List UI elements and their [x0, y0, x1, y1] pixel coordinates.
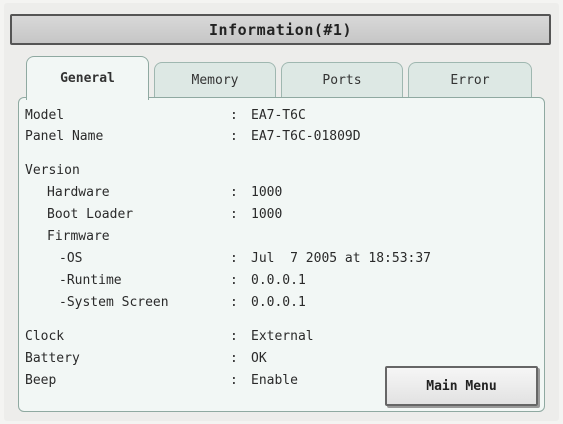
main-menu-button[interactable]: Main Menu — [385, 366, 538, 406]
model-label: Model — [25, 108, 65, 123]
version-heading: Version — [25, 163, 80, 178]
system-screen-value: 0.0.0.1 — [251, 295, 306, 310]
window-title: Information(#1) — [209, 20, 352, 39]
beep-separator: : — [230, 373, 238, 388]
os-separator: : — [230, 251, 238, 266]
clock-value: External — [251, 329, 314, 344]
panel-name-label: Panel Name — [25, 129, 104, 144]
beep-value: Enable — [251, 373, 298, 388]
tab-ports[interactable]: Ports — [281, 62, 403, 98]
hardware-separator: : — [230, 185, 238, 200]
os-label: -OS — [59, 251, 83, 266]
firmware-heading: Firmware — [47, 229, 110, 244]
tab-memory[interactable]: Memory — [154, 62, 276, 98]
battery-value: OK — [251, 351, 267, 366]
boot-loader-value: 1000 — [251, 207, 283, 222]
beep-label: Beep — [25, 373, 57, 388]
title-bar: Information(#1) — [10, 14, 551, 45]
panel-name-separator: : — [230, 129, 238, 144]
clock-separator: : — [230, 329, 238, 344]
runtime-label: -Runtime — [59, 273, 122, 288]
tab-bar: General Memory Ports Error — [26, 56, 536, 100]
system-screen-separator: : — [230, 295, 238, 310]
runtime-value: 0.0.0.1 — [251, 273, 306, 288]
os-value: Jul 7 2005 at 18:53:37 — [251, 251, 432, 266]
battery-label: Battery — [25, 351, 80, 366]
boot-loader-separator: : — [230, 207, 238, 222]
panel-name-value: EA7-T6C-01809D — [251, 129, 361, 144]
tab-general[interactable]: General — [26, 56, 149, 100]
model-separator: : — [230, 108, 238, 123]
hardware-label: Hardware — [47, 185, 110, 200]
hardware-value: 1000 — [251, 185, 283, 200]
clock-label: Clock — [25, 329, 65, 344]
boot-loader-label: Boot Loader — [47, 207, 134, 222]
general-panel: Model : EA7-T6C Panel Name : EA7-T6C-018… — [18, 97, 545, 412]
model-value: EA7-T6C — [251, 108, 306, 123]
tab-error[interactable]: Error — [408, 62, 532, 98]
system-screen-label: -System Screen — [59, 295, 169, 310]
battery-separator: : — [230, 351, 238, 366]
runtime-separator: : — [230, 273, 238, 288]
